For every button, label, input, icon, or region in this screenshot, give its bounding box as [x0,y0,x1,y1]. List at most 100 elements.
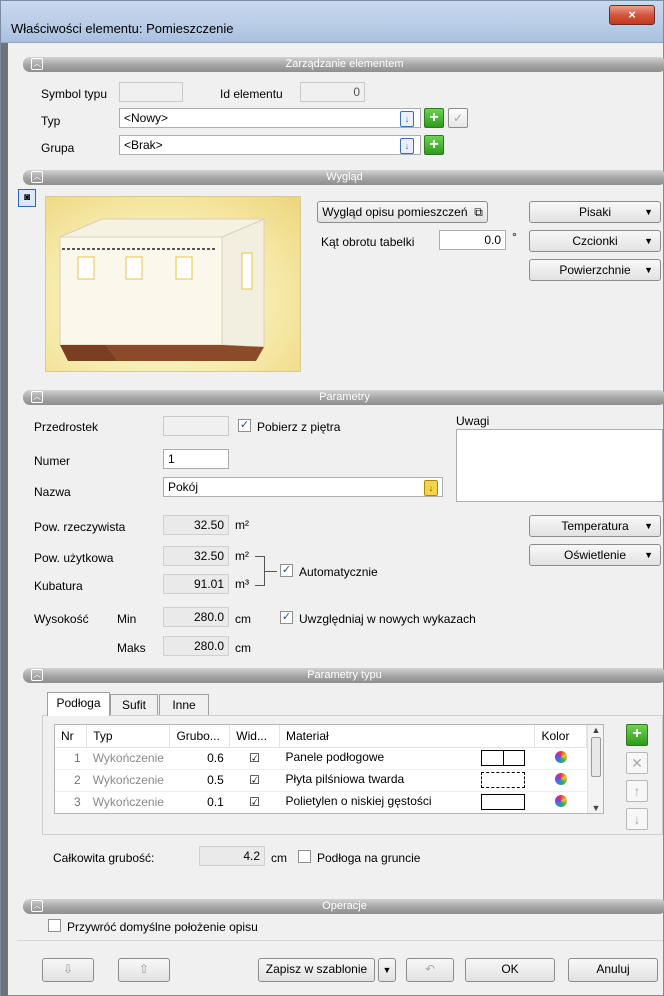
automatic-checkbox[interactable]: ✓ [280,564,293,577]
move-down-button[interactable]: ↓ [626,808,648,830]
collapse-icon: ︿ [31,391,43,403]
dropdown-arrow-icon: ▼ [382,965,392,975]
dropdown-arrow-icon: ▼ [644,207,653,217]
layers-table: Nr Typ Grubo... Wid... Materiał Kolor 1 … [55,725,587,813]
take-from-floor-checkbox[interactable]: ✓ [238,419,251,432]
automatic-label: Automatycznie [299,565,378,579]
column-header-type[interactable]: Typ [86,725,171,748]
column-header-color[interactable]: Kolor [534,725,587,748]
delete-icon: ✕ [631,755,643,771]
scroll-down-icon[interactable]: ▼ [588,803,603,813]
collapse-icon: ︿ [31,171,43,183]
export-button[interactable]: ⇧ [118,958,170,982]
include-in-lists-checkbox[interactable]: ✓ [280,611,293,624]
scroll-thumb[interactable] [591,737,601,777]
height-min-unit: cm [235,612,251,626]
row-material-cell[interactable]: Polietylen o niskiej gęstości [279,791,535,813]
typ-label: Typ [41,114,61,128]
degree-unit: ° [512,230,517,244]
section-operations-header[interactable]: ︿ Operacje [23,899,664,914]
color-palette-icon [554,750,567,763]
background-edge [1,41,8,996]
surfaces-dropdown[interactable]: Powierzchnie ▼ [529,259,661,281]
confirm-type-button[interactable]: ✓ [448,108,468,128]
add-layer-button[interactable]: + [626,724,648,746]
typ-field[interactable]: <Nowy> [119,108,421,128]
table-scrollbar[interactable]: ▲ ▼ [587,725,603,813]
check-icon: ✓ [452,111,464,125]
column-header-thickness[interactable]: Grubo... [169,725,231,748]
pens-dropdown[interactable]: Pisaki ▼ [529,201,661,223]
real-area-unit: m² [235,518,249,532]
number-field[interactable]: 1 [163,449,229,469]
collapse-icon: ︿ [31,669,43,681]
dropdown-arrow-icon: ▼ [644,521,653,531]
column-header-nr[interactable]: Nr [55,725,88,748]
grupa-label: Grupa [41,141,75,155]
row-color-cell[interactable] [534,791,587,813]
restore-label-position-checkbox[interactable] [48,919,61,932]
section-management-header[interactable]: ︿ Zarządzanie elementem [23,57,664,72]
prefix-label: Przedrostek [34,420,99,434]
save-template-dropdown[interactable]: ▼ [378,958,396,982]
properties-dialog: Właściwości elementu: Pomieszczenie × ︿ … [0,0,664,996]
lighting-dropdown[interactable]: Oświetlenie ▼ [529,544,661,566]
row-thickness[interactable]: 0.6 [169,747,230,770]
row-type: Wykończenie [86,791,170,813]
name-field[interactable]: Pokój [163,477,443,497]
section-appearance-header[interactable]: ︿ Wygląd [23,170,664,185]
pens-label: Pisaki [578,205,611,219]
add-type-button[interactable]: + [424,108,444,128]
grupa-field[interactable]: <Brak> [119,135,421,155]
delete-layer-button[interactable]: ✕ [626,752,648,774]
notes-textarea[interactable] [456,429,663,502]
tab-ceiling[interactable]: Sufit [110,694,158,716]
column-header-visible[interactable]: Wid... [229,725,280,748]
room-label-style-button[interactable]: Wygląd opisu pomieszczeń ⧉ [317,201,488,223]
row-visible-checkbox[interactable]: ☑ [229,769,280,792]
row-material-cell[interactable]: Panele podłogowe [279,747,535,770]
camera-icon[interactable]: ◙ [18,189,36,207]
arrow-up-icon: ↑ [633,783,641,799]
open-window-icon: ⧉ [470,205,483,219]
add-group-button[interactable]: + [424,135,444,155]
tab-floor[interactable]: Podłoga [47,692,110,716]
save-template-button[interactable]: Zapisz w szablonie [258,958,375,982]
column-header-material[interactable]: Materiał [279,725,536,748]
close-button[interactable]: × [609,5,655,25]
table-row[interactable]: 3 Wykończenie 0.1 ☑ Polietylen o niskiej… [55,791,587,813]
id-element-field[interactable]: 0 [300,82,365,102]
temperature-dropdown[interactable]: Temperatura ▼ [529,515,661,537]
fonts-dropdown[interactable]: Czcionki ▼ [529,230,661,252]
prefix-field[interactable] [163,416,229,436]
table-angle-field[interactable]: 0.0 [439,230,506,250]
symbol-typu-field[interactable] [119,82,183,102]
move-up-button[interactable]: ↑ [626,780,648,802]
section-type-parameters-header[interactable]: ︿ Parametry typu [23,668,664,683]
library-icon[interactable]: ↓ [400,111,414,127]
usable-area-label: Pow. użytkowa [34,551,114,565]
close-icon: × [628,7,636,22]
name-library-icon[interactable]: ↓ [424,480,438,496]
scroll-up-icon[interactable]: ▲ [588,725,603,735]
table-row[interactable]: 2 Wykończenie 0.5 ☑ Płyta pilśniowa twar… [55,769,587,792]
undo-button[interactable]: ↶ [406,958,454,982]
tab-other[interactable]: Inne [159,694,209,716]
cancel-button[interactable]: Anuluj [568,958,658,982]
collapse-icon: ︿ [31,58,43,70]
volume-unit: m³ [235,577,249,591]
ground-floor-checkbox[interactable] [298,850,311,863]
dropdown-arrow-icon: ▼ [644,265,653,275]
row-visible-checkbox[interactable]: ☑ [229,791,280,813]
ok-button[interactable]: OK [465,958,555,982]
section-parameters-header[interactable]: ︿ Parametry [23,390,664,405]
row-thickness[interactable]: 0.1 [169,791,230,813]
row-visible-checkbox[interactable]: ☑ [229,747,280,770]
row-color-cell[interactable] [534,747,587,770]
library-icon[interactable]: ↓ [400,138,414,154]
table-row[interactable]: 1 Wykończenie 0.6 ☑ Panele podłogowe [55,747,587,770]
row-color-cell[interactable] [534,769,587,792]
import-button[interactable]: ⇩ [42,958,94,982]
row-thickness[interactable]: 0.5 [169,769,230,792]
row-material-cell[interactable]: Płyta pilśniowa twarda [279,769,535,792]
